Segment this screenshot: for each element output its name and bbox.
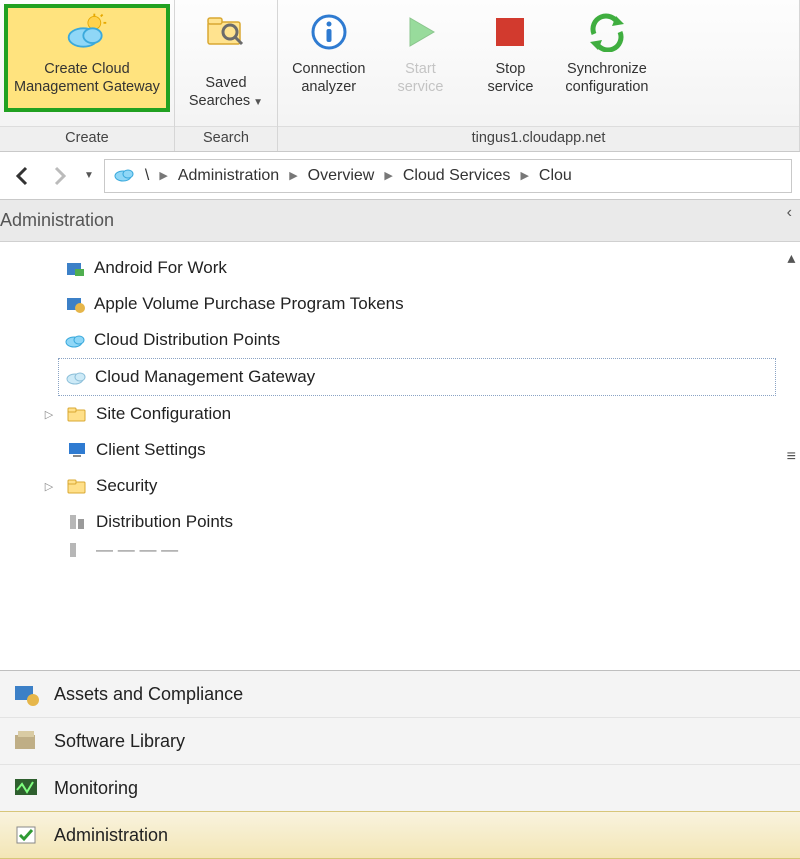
monitoring-icon	[12, 775, 42, 801]
tree-item-distribution-points[interactable]: Distribution Points	[0, 504, 800, 540]
tree-item-label: Site Configuration	[96, 404, 231, 424]
expander-icon[interactable]: ▷	[40, 408, 58, 421]
breadcrumb-item[interactable]: Cloud Services	[403, 167, 511, 185]
play-icon	[398, 10, 442, 54]
ribbon-group-title: Search	[175, 126, 277, 151]
start-service-button[interactable]: Start service	[375, 4, 465, 112]
tree-item-client-settings[interactable]: Client Settings	[0, 432, 800, 468]
ribbon-button-label: Create Cloud Management Gateway	[14, 60, 160, 96]
ribbon-button-label: Saved Searches▼	[189, 56, 263, 110]
breadcrumb-item[interactable]: Overview	[308, 167, 375, 185]
cloud-icon	[113, 166, 135, 185]
tree-item-label: Cloud Distribution Points	[94, 330, 280, 350]
breadcrumb-item[interactable]: Clou	[539, 167, 572, 185]
ribbon-button-label: Synchronize configuration	[565, 60, 648, 96]
workspace-assets-and-compliance[interactable]: Assets and Compliance	[0, 671, 800, 717]
ribbon-group-title: tingus1.cloudapp.net	[278, 126, 799, 151]
info-icon	[307, 10, 351, 54]
search-folder-icon	[204, 10, 248, 50]
synchronize-configuration-button[interactable]: Synchronize configuration	[555, 4, 658, 112]
chevron-right-icon: ▶	[520, 169, 528, 182]
navigation-bar: ▼ \ ▶ Administration ▶ Overview ▶ Cloud …	[0, 152, 800, 200]
collapse-button[interactable]: ‹	[787, 204, 792, 222]
chevron-right-icon: ▶	[384, 169, 392, 182]
chevron-right-icon: ▶	[289, 169, 297, 182]
nav-back-button[interactable]	[8, 161, 38, 191]
ribbon-button-label: Start service	[397, 60, 443, 96]
workspace-label: Administration	[54, 825, 168, 846]
chevron-down-icon: ▼	[253, 97, 263, 108]
admin-icon	[12, 822, 42, 848]
tree-item-android-for-work[interactable]: Android For Work	[0, 250, 800, 286]
apple-token-icon	[64, 294, 86, 314]
workspace-monitoring[interactable]: Monitoring	[0, 764, 800, 811]
monitor-icon	[66, 440, 88, 460]
tree-item-security[interactable]: ▷ Security	[0, 468, 800, 504]
ribbon-group-title: Create	[0, 126, 174, 151]
ribbon-group-search: Saved Searches▼ Search	[175, 0, 278, 151]
nav-forward-button[interactable]	[44, 161, 74, 191]
expander-icon[interactable]: ▷	[40, 480, 58, 493]
android-icon	[64, 258, 86, 278]
stop-icon	[488, 10, 532, 54]
ribbon: Create Cloud Management Gateway Create S…	[0, 0, 800, 152]
folder-icon	[66, 476, 88, 496]
workspace-label: Assets and Compliance	[54, 684, 243, 705]
folder-icon	[66, 404, 88, 424]
scroll-up-icon[interactable]: ▴	[787, 248, 795, 268]
tree-item-cloud-management-gateway[interactable]: Cloud Management Gateway	[58, 358, 776, 396]
ribbon-button-label: Connection analyzer	[292, 60, 365, 96]
tree-item-label: Apple Volume Purchase Program Tokens	[94, 294, 404, 314]
server-icon	[66, 512, 88, 532]
breadcrumb-root[interactable]: \	[145, 167, 149, 185]
scroll-marker-icon[interactable]: ≡	[787, 448, 796, 466]
workspace-switcher: Assets and Compliance Software Library M…	[0, 670, 800, 859]
cloud-icon	[64, 330, 86, 350]
ribbon-group-service: Connection analyzer Start service Stop s…	[278, 0, 800, 151]
scroll-indicators: ▴ ≡	[787, 242, 796, 466]
tree-item-cutoff: — — — —	[0, 540, 800, 560]
create-cloud-management-gateway-button[interactable]: Create Cloud Management Gateway	[4, 4, 170, 112]
assets-icon	[12, 681, 42, 707]
workspace-software-library[interactable]: Software Library	[0, 717, 800, 764]
workspace-label: Monitoring	[54, 778, 138, 799]
workspace-label: Software Library	[54, 731, 185, 752]
tree-item-label: Client Settings	[96, 440, 206, 460]
tree-item-cloud-distribution-points[interactable]: Cloud Distribution Points	[0, 322, 800, 358]
tree-item-apple-vpp-tokens[interactable]: Apple Volume Purchase Program Tokens	[0, 286, 800, 322]
stop-service-button[interactable]: Stop service	[465, 4, 555, 112]
nav-history-dropdown[interactable]: ▼	[80, 170, 98, 181]
tree-item-label: Android For Work	[94, 258, 227, 278]
breadcrumb[interactable]: \ ▶ Administration ▶ Overview ▶ Cloud Se…	[104, 159, 792, 193]
navigation-tree: ▴ ≡ Android For Work Apple Volume Purcha…	[0, 242, 800, 670]
tree-item-site-configuration[interactable]: ▷ Site Configuration	[0, 396, 800, 432]
connection-analyzer-button[interactable]: Connection analyzer	[282, 4, 375, 112]
saved-searches-button[interactable]: Saved Searches▼	[179, 4, 273, 112]
cloud-icon	[65, 367, 87, 387]
library-icon	[12, 728, 42, 754]
pane-title: Administration ‹	[0, 200, 800, 242]
tree-item-label: Security	[96, 476, 157, 496]
chevron-right-icon: ▶	[159, 169, 167, 182]
tree-item-label: Distribution Points	[96, 512, 233, 532]
cloud-sun-icon	[65, 10, 109, 54]
ribbon-button-label: Stop service	[487, 60, 533, 96]
workspace-administration[interactable]: Administration	[0, 811, 800, 859]
tree-item-label: Cloud Management Gateway	[95, 367, 315, 387]
sync-icon	[585, 10, 629, 54]
ribbon-group-create: Create Cloud Management Gateway Create	[0, 0, 175, 151]
breadcrumb-item[interactable]: Administration	[178, 167, 279, 185]
